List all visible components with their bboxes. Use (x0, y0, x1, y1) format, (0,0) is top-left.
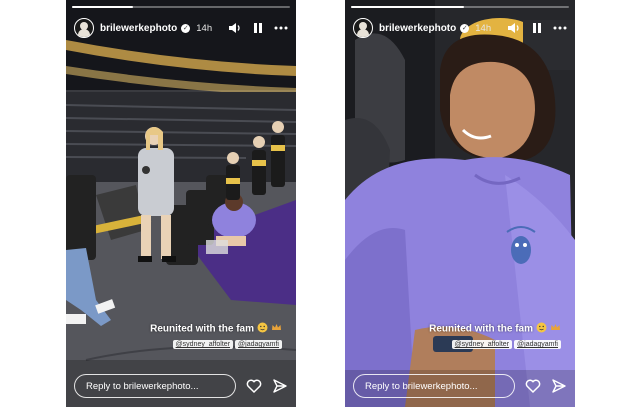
post-time: 14h (196, 22, 213, 34)
reply-bar: Reply to brilewerkephoto... (74, 373, 288, 399)
avatar[interactable] (74, 18, 94, 38)
reply-placeholder: Reply to brilewerkephoto... (86, 380, 199, 392)
reply-input[interactable]: Reply to brilewerkephoto... (74, 374, 236, 398)
more-icon[interactable] (553, 21, 567, 35)
story-caption: Reunited with the fam @sydney_affolter @… (429, 322, 561, 349)
more-icon[interactable] (274, 21, 288, 35)
caption-text: Reunited with the fam (150, 323, 254, 335)
smiling-with-tear-emoji-icon (536, 322, 547, 336)
pause-icon[interactable] (251, 21, 265, 35)
smiling-with-tear-emoji-icon (257, 322, 268, 336)
story-progress-bar (351, 6, 569, 8)
heart-icon[interactable] (246, 378, 262, 394)
mention-tags: @sydney_affolter @jadagyamfi (429, 340, 561, 349)
crown-emoji-icon (550, 322, 561, 336)
mention-tag[interactable]: @jadagyamfi (514, 340, 561, 349)
volume-icon[interactable] (507, 21, 521, 35)
reply-input[interactable]: Reply to brilewerkephoto... (353, 374, 515, 398)
story-header: brilewerkephoto ✓ 14h (353, 17, 567, 39)
avatar[interactable] (353, 18, 373, 38)
mention-tag[interactable]: @sydney_affolter (451, 340, 513, 349)
pause-icon[interactable] (530, 21, 544, 35)
reply-bar: Reply to brilewerkephoto... (353, 373, 567, 399)
mention-tag[interactable]: @sydney_affolter (172, 340, 234, 349)
story-header: brilewerkephoto ✓ 14h (74, 17, 288, 39)
send-icon[interactable] (272, 378, 288, 394)
reply-placeholder: Reply to brilewerkephoto... (365, 380, 478, 392)
story-progress-bar (72, 6, 290, 8)
crown-emoji-icon (271, 322, 282, 336)
caption-text: Reunited with the fam (429, 323, 533, 335)
verified-badge-icon: ✓ (460, 23, 470, 33)
story-left[interactable]: brilewerkephoto ✓ 14h Reunited with the … (66, 0, 296, 407)
story-right[interactable]: brilewerkephoto ✓ 14h Reunited with the … (345, 0, 575, 407)
verified-badge-icon: ✓ (181, 23, 191, 33)
send-icon[interactable] (551, 378, 567, 394)
story-caption: Reunited with the fam @sydney_affolter @… (150, 322, 282, 349)
username[interactable]: brilewerkephoto (379, 23, 456, 34)
story-progress-fill (351, 6, 465, 8)
story-progress-fill (72, 6, 134, 8)
post-time: 14h (475, 22, 492, 34)
volume-icon[interactable] (228, 21, 242, 35)
mention-tag[interactable]: @jadagyamfi (235, 340, 282, 349)
username[interactable]: brilewerkephoto (100, 23, 177, 34)
mention-tags: @sydney_affolter @jadagyamfi (150, 340, 282, 349)
heart-icon[interactable] (525, 378, 541, 394)
